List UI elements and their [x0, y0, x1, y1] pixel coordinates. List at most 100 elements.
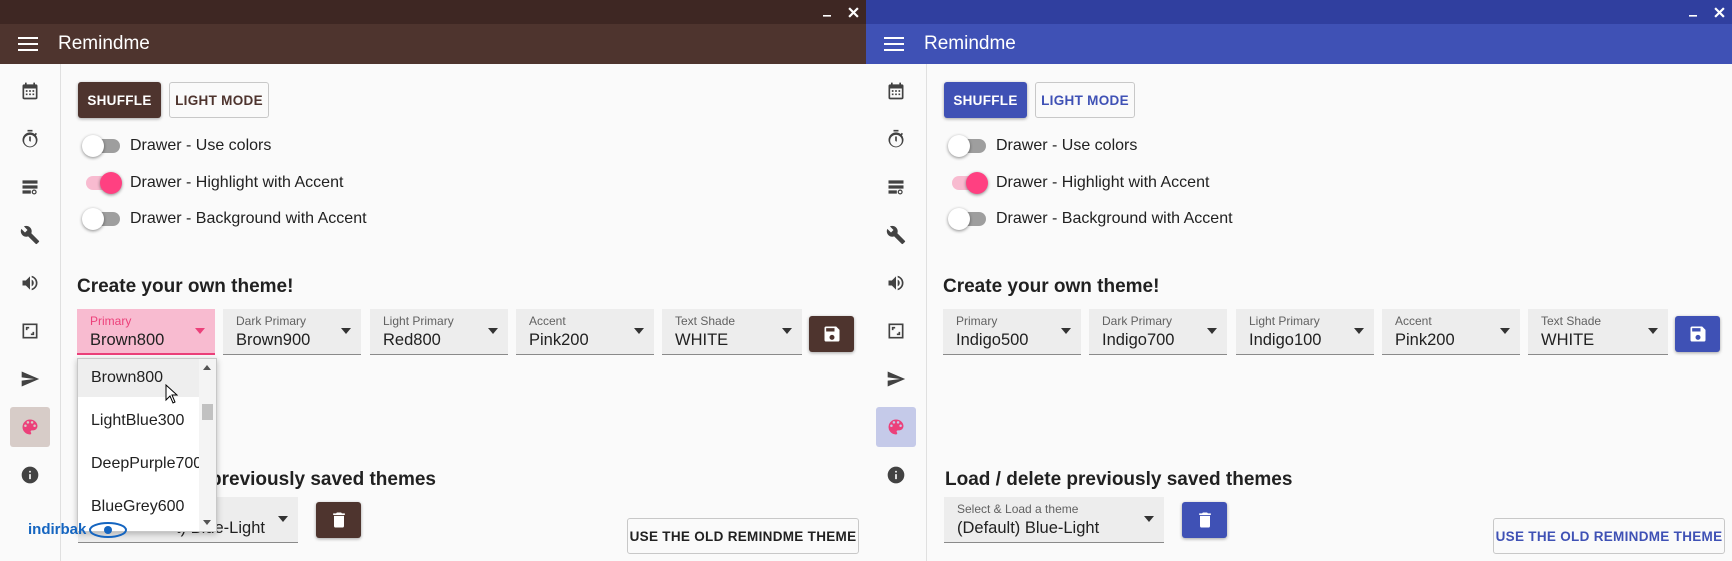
use-colors-switch[interactable] [82, 135, 120, 157]
navigation-rail [0, 64, 61, 561]
delete-theme-button[interactable] [316, 502, 361, 538]
dropdown-arrow-icon [195, 328, 205, 334]
old-theme-button[interactable]: USE THE OLD REMINDME THEME [627, 518, 859, 554]
toggle-background-accent: Drawer - Background with Accent [948, 208, 1233, 230]
close-button[interactable] [846, 5, 860, 19]
rail-item-send[interactable] [876, 359, 916, 399]
navigation-rail [866, 64, 927, 561]
background-accent-switch[interactable] [82, 208, 120, 230]
use-colors-switch[interactable] [948, 135, 986, 157]
field-label: Text Shade [675, 314, 736, 328]
storage-icon [888, 180, 904, 195]
hamburger-menu-icon[interactable] [18, 36, 38, 52]
title-bar [0, 0, 866, 24]
text-shade-select[interactable]: Text Shade WHITE [662, 309, 802, 355]
rail-item-info[interactable] [876, 455, 916, 495]
toggle-label: Drawer - Highlight with Accent [996, 174, 1210, 191]
close-button[interactable] [1712, 5, 1726, 19]
toggle-label: Drawer - Use colors [130, 137, 272, 154]
create-theme-title: Create your own theme! [77, 276, 294, 297]
crop-icon [888, 323, 904, 339]
old-theme-button[interactable]: USE THE OLD REMINDME THEME [1493, 518, 1725, 554]
field-value: Indigo100 [1249, 331, 1322, 349]
field-label: Dark Primary [1102, 314, 1173, 328]
list-item[interactable]: DeepPurple700 [78, 445, 200, 483]
minimize-button[interactable] [1686, 5, 1700, 19]
rail-item-timer[interactable] [876, 119, 916, 159]
load-theme-select[interactable]: Select & Load a theme (Default) Blue-Lig… [944, 497, 1164, 543]
rail-item-theme[interactable] [876, 407, 916, 447]
app-bar: Remindme [866, 24, 1732, 64]
minimize-button[interactable] [820, 5, 834, 19]
text-shade-select[interactable]: Text Shade WHITE [1528, 309, 1668, 355]
highlight-accent-switch[interactable] [82, 172, 122, 194]
dropdown-scrollbar[interactable] [199, 359, 216, 531]
save-theme-button[interactable] [809, 316, 854, 352]
list-item[interactable]: Brown800 [78, 359, 200, 397]
rail-item-send[interactable] [10, 359, 50, 399]
calendar-icon [888, 82, 904, 100]
field-value: Brown800 [90, 331, 165, 349]
hamburger-menu-icon[interactable] [884, 36, 904, 52]
scroll-down-icon[interactable] [203, 520, 211, 525]
rail-item-timer[interactable] [10, 119, 50, 159]
rail-item-sound[interactable] [876, 263, 916, 303]
toggle-highlight-accent: Drawer - Highlight with Accent [82, 172, 343, 194]
rail-item-calendar[interactable] [876, 71, 916, 111]
volume-icon [888, 275, 904, 291]
toggle-background-accent: Drawer - Background with Accent [82, 208, 367, 230]
calendar-icon [22, 82, 38, 100]
rail-item-theme[interactable] [10, 407, 50, 447]
dark-primary-select[interactable]: Dark Primary Brown900 [223, 309, 361, 355]
rail-item-calendar[interactable] [10, 71, 50, 111]
rail-item-crop[interactable] [876, 311, 916, 351]
field-label: Primary [956, 314, 998, 328]
dark-primary-select[interactable]: Dark Primary Indigo700 [1089, 309, 1227, 355]
light-mode-button[interactable]: LIGHT MODE [169, 82, 269, 118]
light-mode-button[interactable]: LIGHT MODE [1035, 82, 1135, 118]
rail-item-info[interactable] [10, 455, 50, 495]
rail-item-crop[interactable] [10, 311, 50, 351]
minimize-icon [1689, 15, 1697, 17]
dropdown-arrow-icon [782, 328, 792, 334]
palette-icon [888, 419, 904, 435]
dropdown-arrow-icon [1648, 328, 1658, 334]
accent-select[interactable]: Accent Pink200 [1382, 309, 1520, 355]
field-label: Select & Load a theme [957, 502, 1079, 516]
rail-item-sound[interactable] [10, 263, 50, 303]
accent-select[interactable]: Accent Pink200 [516, 309, 654, 355]
shuffle-button[interactable]: SHUFFLE [944, 82, 1027, 118]
toggle-label: Drawer - Highlight with Accent [130, 174, 344, 191]
wrench-icon [886, 225, 906, 245]
toggle-label: Drawer - Use colors [996, 137, 1138, 154]
scrollbar-thumb[interactable] [202, 404, 213, 420]
window-indigo-theme: Remindme SHUFFLE LIGHT MODE Drawer - Use… [866, 0, 1732, 561]
toggle-use-colors: Drawer - Use colors [948, 135, 1137, 157]
list-item[interactable]: LightBlue300 [78, 402, 200, 440]
light-primary-select[interactable]: Light Primary Indigo100 [1236, 309, 1374, 355]
settings-content: SHUFFLE LIGHT MODE Drawer - Use colors D… [928, 64, 1732, 561]
delete-theme-button[interactable] [1182, 502, 1227, 538]
field-label: Text Shade [1541, 314, 1602, 328]
save-icon [824, 326, 839, 342]
save-theme-button[interactable] [1675, 316, 1720, 352]
wrench-icon [20, 225, 40, 245]
toggle-use-colors: Drawer - Use colors [82, 135, 271, 157]
background-accent-switch[interactable] [948, 208, 986, 230]
rail-item-storage[interactable] [10, 167, 50, 207]
light-primary-select[interactable]: Light Primary Red800 [370, 309, 508, 355]
rail-item-tools[interactable] [876, 215, 916, 255]
primary-select[interactable]: Primary Indigo500 [943, 309, 1081, 355]
trash-icon [332, 512, 345, 528]
scroll-up-icon[interactable] [203, 365, 211, 370]
field-label: Light Primary [1249, 314, 1320, 328]
timer-icon [22, 129, 38, 148]
highlight-accent-switch[interactable] [948, 172, 988, 194]
field-value: Pink200 [1395, 331, 1455, 349]
rail-item-storage[interactable] [876, 167, 916, 207]
primary-select[interactable]: Primary Brown800 [77, 309, 215, 355]
send-icon [887, 371, 906, 387]
shuffle-button[interactable]: SHUFFLE [78, 82, 161, 118]
field-value: (Default) Blue-Light [957, 519, 1100, 537]
rail-item-tools[interactable] [10, 215, 50, 255]
